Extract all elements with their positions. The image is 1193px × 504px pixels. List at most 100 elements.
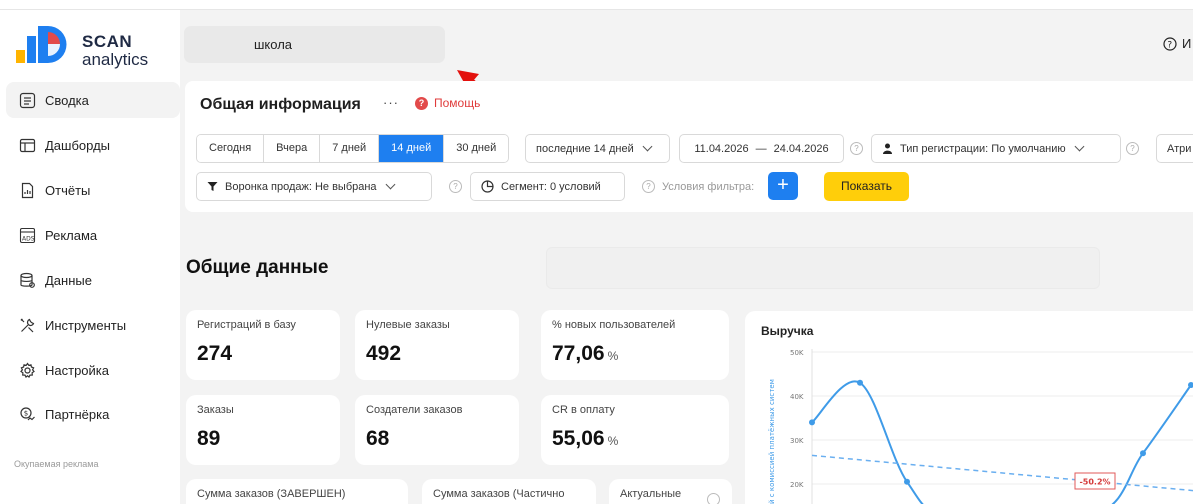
sidebar: SCAN analytics Сводка Дашборды Отчёты AD… <box>0 10 180 504</box>
sidebar-item-label: Данные <box>45 272 92 288</box>
range-preset-dropdown[interactable]: последние 14 дней <box>525 134 670 163</box>
funnel-help-icon[interactable]: ? <box>449 180 462 193</box>
attribution-value: Атри <box>1167 142 1192 155</box>
period-30-days[interactable]: 30 дней <box>444 135 509 162</box>
question-icon: ? <box>1163 36 1177 51</box>
logo-text-sub: analytics <box>82 50 149 69</box>
period-7-days[interactable]: 7 дней <box>320 135 380 162</box>
gear-icon <box>18 361 36 379</box>
attribution-dropdown[interactable]: Атри <box>1156 134 1193 163</box>
data-point <box>904 478 910 485</box>
y-tick-label: 50K <box>790 349 804 357</box>
sidebar-item-summary[interactable]: Сводка <box>6 82 180 118</box>
metric-card-new-users-percent[interactable]: % новых пользователей 77,06% <box>541 310 729 380</box>
y-axis-label: й с комиссией платёжных систем <box>768 379 776 504</box>
help-link-label: Помощь <box>434 96 481 110</box>
sales-funnel-value: Воронка продаж: Не выбрана <box>225 180 377 193</box>
help-link[interactable]: ? Помощь <box>415 96 480 110</box>
metric-card-orders[interactable]: Заказы 89 <box>186 395 340 465</box>
period-selector: Сегодня Вчера 7 дней 14 дней 30 дней <box>196 134 510 163</box>
metric-label: Актуальные <box>620 488 682 500</box>
metric-card-cr-payment[interactable]: CR в оплату 55,06% <box>541 395 729 465</box>
sidebar-footer-link[interactable]: Окупаемая реклама <box>14 459 99 469</box>
logo[interactable]: SCAN analytics <box>14 20 174 80</box>
sidebar-item-data[interactable]: Данные <box>6 262 180 298</box>
help-icon: ? <box>415 96 428 110</box>
more-options-button[interactable]: ··· <box>383 95 399 110</box>
metric-label: CR в оплату <box>552 404 615 416</box>
sidebar-item-label: Инструменты <box>45 317 127 333</box>
y-tick-label: 40K <box>790 393 804 401</box>
sidebar-item-label: Партнёрка <box>45 406 110 422</box>
y-tick-label: 30K <box>790 437 804 445</box>
metric-card-order-creators[interactable]: Создатели заказов 68 <box>355 395 519 465</box>
period-yesterday[interactable]: Вчера <box>264 135 321 162</box>
metric-value: 89 <box>197 427 221 450</box>
date-separator: — <box>755 142 767 155</box>
section-toolbar-placeholder <box>546 247 1100 289</box>
chevron-down-icon <box>642 141 653 152</box>
registration-type-value: Тип регистрации: По умолчанию <box>900 142 1066 155</box>
pie-chart-icon <box>481 180 494 193</box>
registration-help-icon[interactable]: ? <box>1126 142 1139 155</box>
actual-help-icon[interactable] <box>707 493 720 504</box>
metric-label: Сумма заказов (Частично <box>433 488 565 500</box>
metric-value: 68 <box>366 427 390 450</box>
metric-label: Сумма заказов (ЗАВЕРШЕН) <box>197 488 346 500</box>
revenue-chart: й с комиссией платёжных систем 50K 40K 30K 2… <box>768 349 1193 504</box>
sidebar-item-label: Реклама <box>45 227 98 243</box>
svg-text:?: ? <box>1167 40 1172 50</box>
registration-type-dropdown[interactable]: Тип регистрации: По умолчанию <box>871 134 1121 163</box>
add-filter-button[interactable]: + <box>768 172 798 200</box>
segment-button[interactable]: Сегмент: 0 условий <box>470 172 625 201</box>
sales-funnel-dropdown[interactable]: Воронка продаж: Не выбрана <box>196 172 432 201</box>
metric-value: 492 <box>366 342 402 365</box>
data-point <box>809 419 815 426</box>
period-today[interactable]: Сегодня <box>197 135 265 162</box>
metric-card-partial-sum[interactable]: Сумма заказов (Частично <box>422 479 596 504</box>
date-to: 24.04.2026 <box>773 142 829 155</box>
trend-annotation-label: -50.2% <box>1079 478 1110 487</box>
metric-label: Регистраций в базу <box>197 319 296 331</box>
header-help-button[interactable]: ? И <box>1163 36 1191 51</box>
date-help-icon[interactable]: ? <box>850 142 863 155</box>
tools-icon <box>18 316 36 334</box>
metric-card-zero-orders[interactable]: Нулевые заказы 492 <box>355 310 519 380</box>
logo-mark-icon <box>16 26 67 63</box>
chevron-down-icon <box>385 179 395 190</box>
svg-text:ADS: ADS <box>22 235 35 242</box>
metric-label: Создатели заказов <box>366 404 463 416</box>
filter-help-icon[interactable]: ? <box>642 180 655 193</box>
sidebar-item-ads[interactable]: ADS Реклама <box>6 217 180 253</box>
metric-value: 77,06% <box>552 342 619 365</box>
revenue-chart-card: Выручка й с комиссией платёжных систем 50… <box>745 311 1193 504</box>
sidebar-item-label: Настройка <box>45 362 109 378</box>
date-range-picker[interactable]: 11.04.2026 — 24.04.2026 <box>679 134 844 163</box>
range-preset-value: последние 14 дней <box>536 142 634 155</box>
metric-card-registrations[interactable]: Регистраций в базу 274 <box>186 310 340 380</box>
sidebar-item-reports[interactable]: Отчёты <box>6 172 180 208</box>
header-help-label: И <box>1182 36 1192 51</box>
y-tick-label: 20K <box>790 481 804 489</box>
metric-value: 274 <box>197 342 233 365</box>
data-point <box>1140 450 1146 457</box>
reports-icon <box>18 181 36 199</box>
sidebar-item-settings[interactable]: Настройка <box>6 352 180 388</box>
dashboard-icon <box>18 136 36 154</box>
sidebar-item-dashboards[interactable]: Дашборды <box>6 127 180 163</box>
filter-icon <box>207 182 218 191</box>
sidebar-item-label: Отчёты <box>45 182 91 198</box>
period-14-days[interactable]: 14 дней <box>379 135 445 162</box>
metric-card-completed-sum[interactable]: Сумма заказов (ЗАВЕРШЕН) <box>186 479 408 504</box>
svg-text:$: $ <box>23 409 27 417</box>
sidebar-item-tools[interactable]: Инструменты <box>6 307 180 343</box>
ads-icon: ADS <box>18 226 36 244</box>
metric-unit: % <box>607 434 619 448</box>
search-input[interactable]: школа <box>184 26 445 63</box>
panel-title: Общая информация <box>200 96 361 113</box>
sidebar-item-partners[interactable]: $ Партнёрка <box>6 396 180 432</box>
show-button[interactable]: Показать <box>824 172 909 201</box>
data-point <box>857 379 863 386</box>
date-from: 11.04.2026 <box>694 142 749 155</box>
user-icon <box>883 143 892 154</box>
